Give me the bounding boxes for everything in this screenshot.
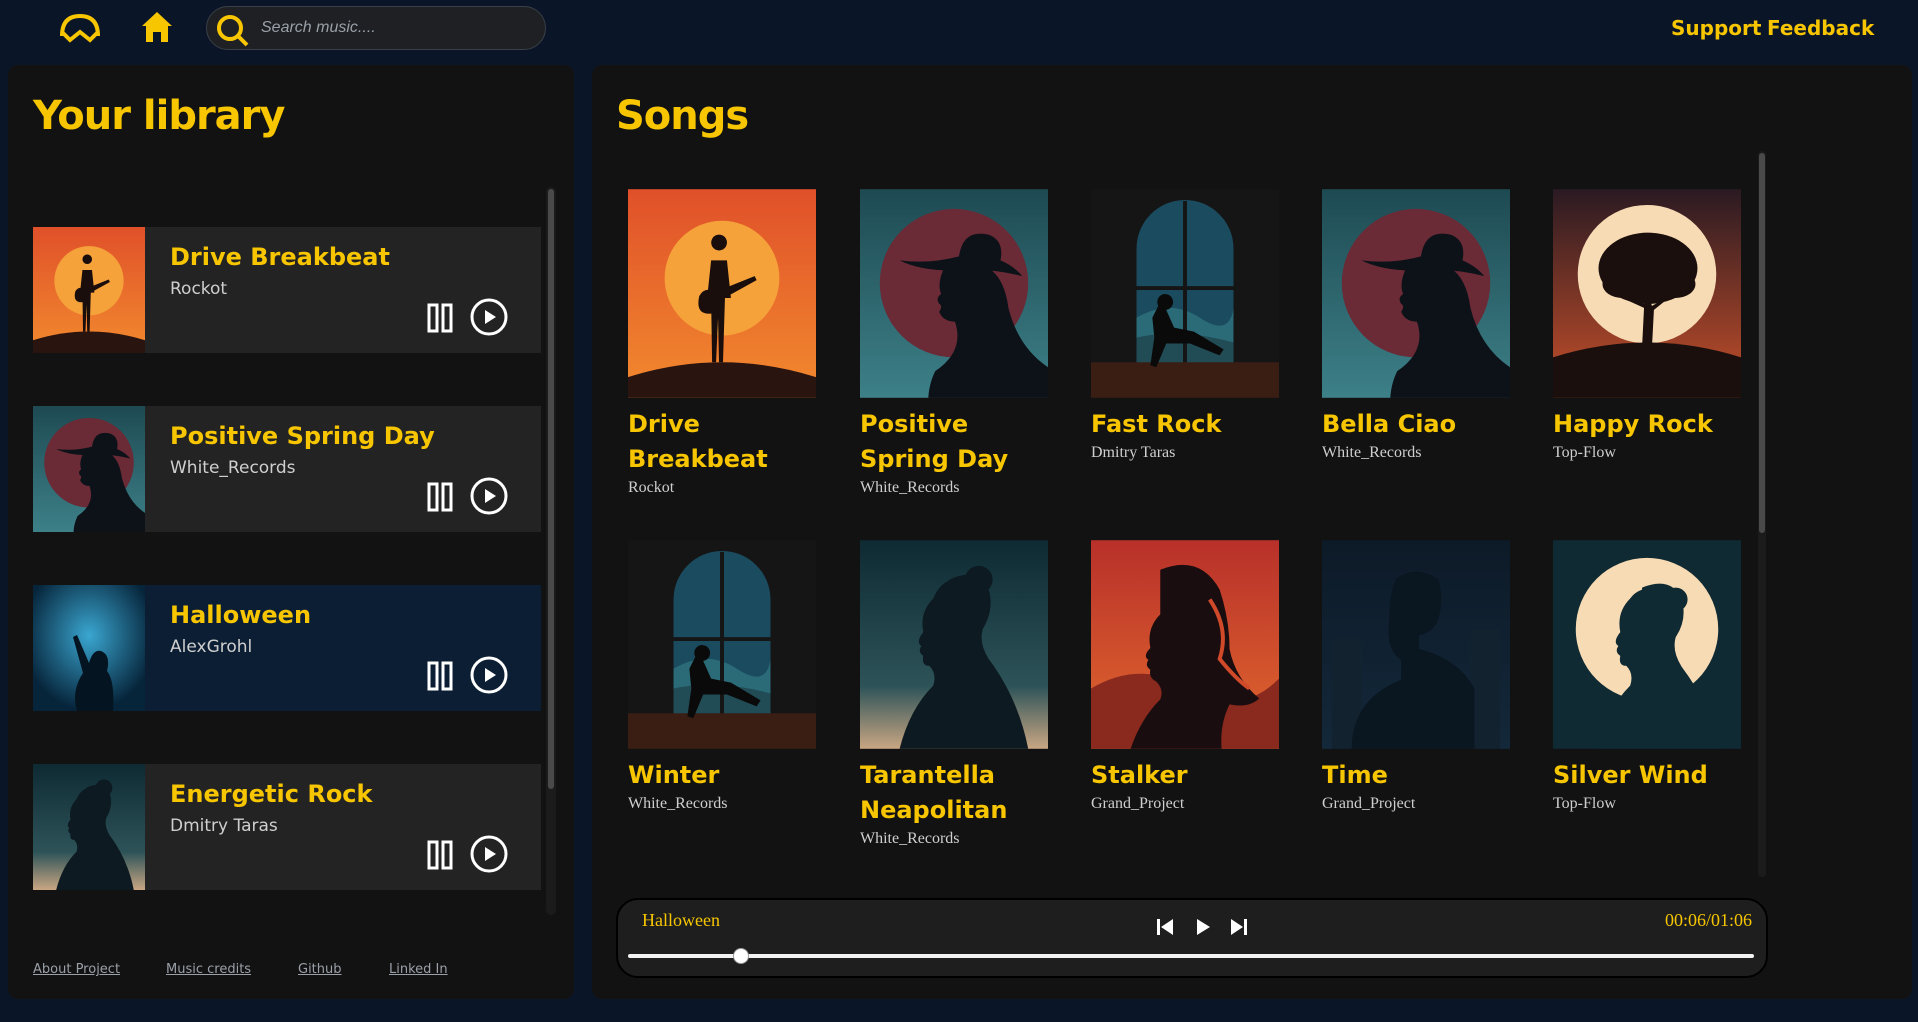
audio-player: Halloween 00:06/01:06 bbox=[616, 898, 1768, 978]
song-artist: White_Records bbox=[628, 795, 728, 812]
play-icon[interactable] bbox=[469, 655, 509, 695]
song-artist: Dmitry Taras bbox=[1091, 444, 1176, 461]
cover-art bbox=[628, 188, 816, 399]
song-card[interactable]: Tarantella Neapolitan White_Records bbox=[860, 539, 1050, 848]
search-icon bbox=[217, 15, 249, 47]
library-item-artist: AlexGrohl bbox=[170, 637, 253, 657]
linkedin-link[interactable]: Linked In bbox=[389, 962, 448, 977]
library-item-title: Drive Breakbeat bbox=[170, 243, 390, 271]
song-card[interactable]: Stalker Grand_Project bbox=[1091, 539, 1281, 813]
search-bar[interactable] bbox=[206, 6, 546, 50]
library-item-title: Energetic Rock bbox=[170, 780, 373, 808]
song-artist: White_Records bbox=[860, 830, 960, 847]
cover-art bbox=[860, 188, 1048, 399]
library-item-title: Halloween bbox=[170, 601, 312, 629]
cover-art bbox=[33, 764, 145, 890]
headphones-logo-icon[interactable] bbox=[58, 12, 102, 44]
play-icon[interactable] bbox=[469, 476, 509, 516]
library-item-title: Positive Spring Day bbox=[170, 422, 435, 450]
playback-time: 00:06/01:06 bbox=[1664, 910, 1752, 930]
song-artist: Grand_Project bbox=[1091, 795, 1185, 812]
library-item[interactable]: Energetic Rock Dmitry Taras bbox=[33, 764, 541, 890]
cover-art bbox=[1322, 539, 1510, 750]
song-title: Silver Wind bbox=[1553, 761, 1708, 789]
cover-art bbox=[1091, 188, 1279, 399]
library-item-artist: Dmitry Taras bbox=[170, 816, 278, 836]
next-track-icon[interactable] bbox=[1228, 916, 1250, 938]
cover-art bbox=[860, 539, 1048, 750]
song-card[interactable]: Bella Ciao White_Records bbox=[1322, 188, 1512, 462]
pause-icon[interactable] bbox=[427, 482, 455, 512]
cover-art bbox=[628, 539, 816, 750]
about-project-link[interactable]: About Project bbox=[33, 962, 120, 977]
song-artist: Top-Flow bbox=[1553, 795, 1616, 812]
github-link[interactable]: Github bbox=[298, 962, 342, 977]
song-title: Bella Ciao bbox=[1322, 410, 1457, 438]
library-item-artist: Rockot bbox=[170, 279, 228, 299]
cover-art bbox=[1553, 539, 1741, 750]
cover-art bbox=[33, 585, 145, 711]
song-card[interactable]: Time Grand_Project bbox=[1322, 539, 1512, 813]
song-artist: White_Records bbox=[860, 479, 960, 496]
library-item-active[interactable]: Halloween AlexGrohl bbox=[33, 585, 541, 711]
scrollbar-thumb[interactable] bbox=[548, 189, 554, 789]
scrollbar-thumb[interactable] bbox=[1759, 153, 1765, 533]
song-card[interactable]: Winter White_Records bbox=[628, 539, 818, 813]
play-icon[interactable] bbox=[469, 834, 509, 874]
pause-icon[interactable] bbox=[427, 840, 455, 870]
song-title: Drive Breakbeat bbox=[628, 410, 768, 473]
songs-scrollbar[interactable] bbox=[1758, 151, 1766, 877]
songs-panel: Songs Drive Breakbeat Rockot Positive Sp… bbox=[592, 65, 1912, 999]
cover-art bbox=[1322, 188, 1510, 399]
song-title: Winter bbox=[628, 761, 720, 789]
library-item-artist: White_Records bbox=[170, 458, 296, 478]
cover-art bbox=[33, 406, 145, 532]
cover-art bbox=[1091, 539, 1279, 750]
song-title: Stalker bbox=[1091, 761, 1188, 789]
song-title: Tarantella Neapolitan bbox=[860, 761, 1008, 824]
library-panel: Your library Drive Breakbeat Rockot Posi… bbox=[8, 65, 574, 999]
now-playing-title: Halloween bbox=[642, 910, 720, 930]
song-title: Positive Spring Day bbox=[860, 410, 1009, 473]
library-item[interactable]: Drive Breakbeat Rockot bbox=[33, 227, 541, 353]
song-card[interactable]: Happy Rock Top-Flow bbox=[1553, 188, 1743, 462]
song-artist: Grand_Project bbox=[1322, 795, 1416, 812]
progress-slider[interactable] bbox=[628, 948, 1754, 964]
song-title: Happy Rock bbox=[1553, 410, 1713, 438]
song-artist: White_Records bbox=[1322, 444, 1422, 461]
pause-icon[interactable] bbox=[427, 661, 455, 691]
music-credits-link[interactable]: Music credits bbox=[166, 962, 251, 977]
play-icon[interactable] bbox=[469, 297, 509, 337]
song-artist: Top-Flow bbox=[1553, 444, 1616, 461]
pause-icon[interactable] bbox=[427, 303, 455, 333]
top-bar: Support Feedback bbox=[0, 0, 1918, 60]
support-link[interactable]: Support bbox=[1671, 16, 1761, 40]
feedback-link[interactable]: Feedback bbox=[1767, 16, 1874, 40]
home-icon[interactable] bbox=[140, 10, 174, 44]
song-card[interactable]: Fast Rock Dmitry Taras bbox=[1091, 188, 1281, 462]
cover-art bbox=[33, 227, 145, 353]
song-title: Time bbox=[1322, 761, 1388, 789]
song-card[interactable]: Positive Spring Day White_Records bbox=[860, 188, 1050, 497]
song-card[interactable]: Drive Breakbeat Rockot bbox=[628, 188, 818, 497]
library-scrollbar[interactable] bbox=[546, 187, 556, 915]
progress-slider-handle[interactable] bbox=[732, 948, 749, 964]
song-title: Fast Rock bbox=[1091, 410, 1222, 438]
play-icon[interactable] bbox=[1192, 916, 1214, 938]
library-item[interactable]: Positive Spring Day White_Records bbox=[33, 406, 541, 532]
previous-track-icon[interactable] bbox=[1154, 916, 1176, 938]
songs-title: Songs bbox=[616, 93, 749, 139]
search-input[interactable] bbox=[261, 15, 531, 41]
song-artist: Rockot bbox=[628, 479, 675, 496]
library-title: Your library bbox=[33, 93, 285, 139]
song-card[interactable]: Silver Wind Top-Flow bbox=[1553, 539, 1743, 813]
cover-art bbox=[1553, 188, 1741, 399]
